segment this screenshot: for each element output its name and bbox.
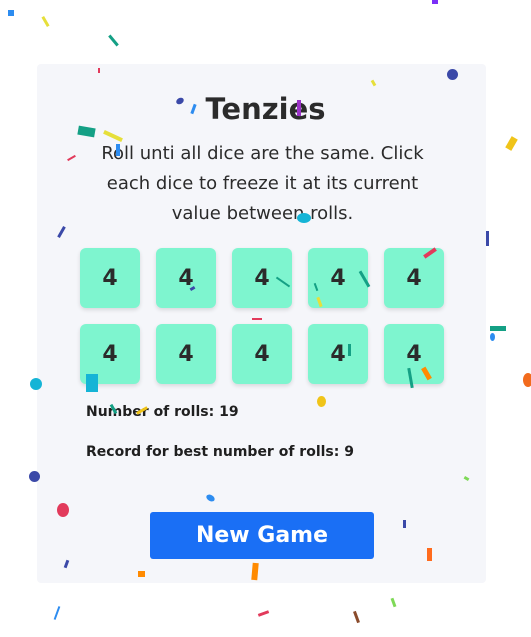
die-4[interactable]: 4	[308, 248, 368, 308]
die-2[interactable]: 4	[156, 248, 216, 308]
die-3[interactable]: 4	[232, 248, 292, 308]
die-10[interactable]: 4	[384, 324, 444, 384]
die-7[interactable]: 4	[156, 324, 216, 384]
new-game-button[interactable]: New Game	[150, 512, 374, 559]
die-5[interactable]: 4	[384, 248, 444, 308]
die-1[interactable]: 4	[80, 248, 140, 308]
rolls-count: Number of rolls: 19	[86, 404, 239, 420]
best-record: Record for best number of rolls: 9	[86, 444, 354, 460]
instructions-text: Roll unti all dice are the same. Click e…	[101, 143, 424, 224]
die-8[interactable]: 4	[232, 324, 292, 384]
die-9[interactable]: 4	[308, 324, 368, 384]
page-title: Tenzies	[205, 92, 326, 126]
die-6[interactable]: 4	[80, 324, 140, 384]
